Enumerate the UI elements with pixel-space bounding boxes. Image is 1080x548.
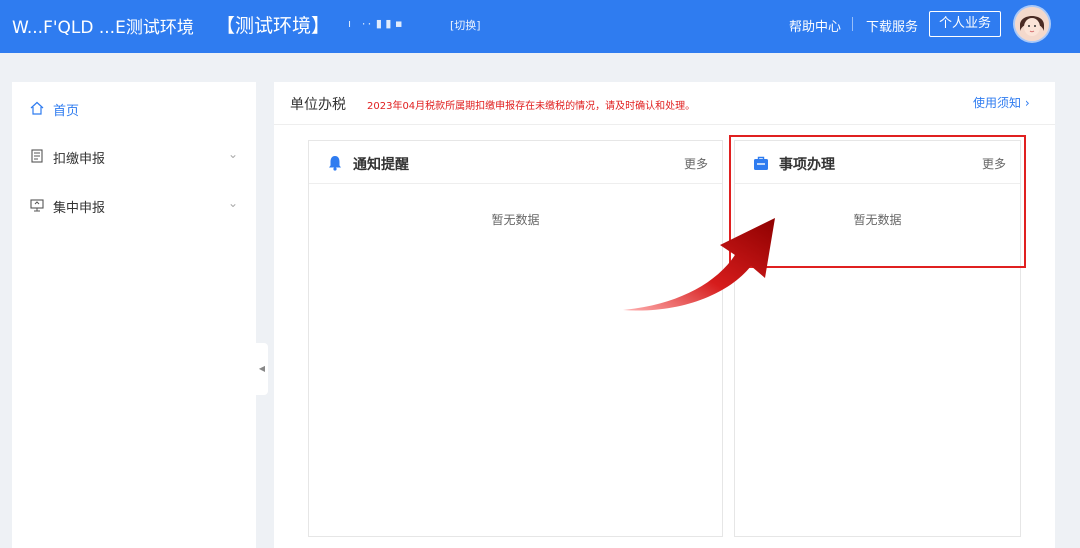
personal-business-button[interactable]: 个人业务 xyxy=(929,11,1001,37)
app-title: W...F'QLD ...E测试环境 xyxy=(12,18,194,38)
tasks-panel: 事项办理 更多 暂无数据 xyxy=(734,140,1021,537)
sidebar: 首页 扣缴申报 ⌄ 集中申报 ⌄ xyxy=(12,82,256,548)
sidebar-item-home[interactable]: 首页 xyxy=(12,89,256,129)
chevron-right-icon: › xyxy=(1024,96,1030,110)
briefcase-icon xyxy=(754,156,768,170)
sidebar-item-label: 首页 xyxy=(53,104,80,119)
sidebar-collapse-handle[interactable]: ◀ xyxy=(256,343,268,395)
top-header: W...F'QLD ...E测试环境 【测试环境】 ı ٠٠ ▮ ▮ ▪ [切换… xyxy=(0,0,1080,53)
usage-link-label: 使用须知 xyxy=(973,96,1022,110)
more-link[interactable]: 更多 xyxy=(982,155,1006,172)
avatar-face-icon xyxy=(1015,7,1049,41)
tax-notice[interactable]: 2023年04月税款所属期扣缴申报存在未缴税的情况，请及时确认和处理。 xyxy=(367,97,695,112)
notification-panel: 通知提醒 更多 暂无数据 xyxy=(308,140,723,537)
sidebar-item-centralized[interactable]: 集中申报 ⌄ xyxy=(12,186,256,226)
chevron-down-icon: ⌄ xyxy=(228,196,239,210)
annotation-arrow-icon xyxy=(623,218,775,311)
panel-header: 事项办理 更多 xyxy=(735,141,1020,184)
monitor-icon xyxy=(30,199,44,212)
sidebar-item-label: 扣缴申报 xyxy=(53,152,106,167)
switch-org-link[interactable]: [切换] xyxy=(450,17,481,33)
organization-name-masked: ı ٠٠ ▮ ▮ ▪ xyxy=(348,17,403,30)
sidebar-item-label: 集中申报 xyxy=(53,201,106,216)
panel-title: 通知提醒 xyxy=(353,157,409,173)
home-icon xyxy=(30,101,44,115)
user-avatar[interactable] xyxy=(1015,7,1049,41)
usage-instructions-link[interactable]: 使用须知 › xyxy=(973,94,1030,111)
help-center-link[interactable]: 帮助中心 xyxy=(789,16,841,35)
page-title: 单位办税 xyxy=(290,97,346,113)
main-header: 单位办税 2023年04月税款所属期扣缴申报存在未缴税的情况，请及时确认和处理。… xyxy=(274,82,1055,125)
bell-icon xyxy=(329,156,341,171)
chevron-down-icon: ⌄ xyxy=(228,147,239,161)
download-service-link[interactable]: 下载服务 xyxy=(866,16,918,35)
panel-header: 通知提醒 更多 xyxy=(309,141,722,184)
environment-tag: 【测试环境】 xyxy=(216,15,331,37)
form-icon xyxy=(31,149,43,163)
sidebar-item-withholding[interactable]: 扣缴申报 ⌄ xyxy=(12,137,256,177)
panel-title: 事项办理 xyxy=(779,157,835,173)
header-divider xyxy=(852,17,853,31)
more-link[interactable]: 更多 xyxy=(684,155,708,172)
